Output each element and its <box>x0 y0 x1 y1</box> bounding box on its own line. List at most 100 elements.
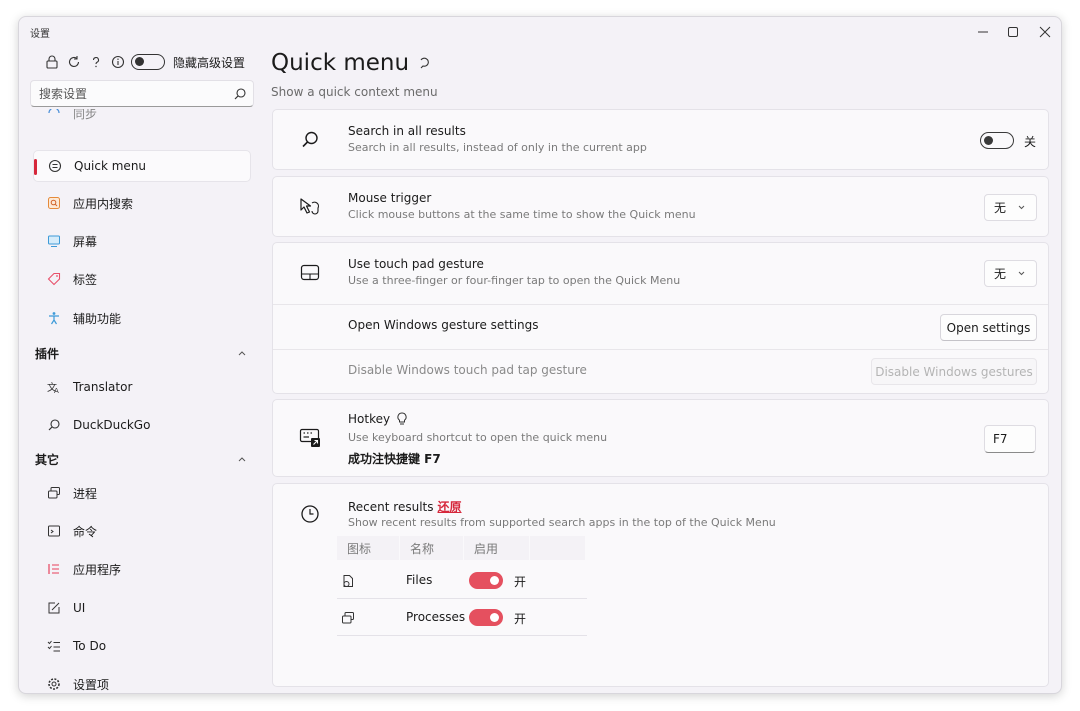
row-name: Processes <box>406 610 466 624</box>
setting-title: Use touch pad gesture <box>348 257 484 271</box>
sidebar-item-label: 应用内搜索 <box>73 196 134 211</box>
setting-mouse-trigger: Mouse trigger Click mouse buttons at the… <box>272 176 1049 237</box>
setting-title: Mouse trigger <box>348 191 432 205</box>
minimize-button[interactable] <box>969 21 997 43</box>
title-bar: 设置 <box>19 17 1061 47</box>
close-button[interactable] <box>1031 21 1059 43</box>
setting-hotkey: Hotkey Use keyboard shortcut to open the… <box>272 399 1049 477</box>
search-input[interactable] <box>31 81 221 106</box>
setting-description: Click mouse buttons at the same time to … <box>348 208 696 221</box>
hotkey-input[interactable]: F7 <box>984 425 1036 453</box>
sidebar-item-processes[interactable]: 进程 <box>33 477 251 509</box>
sidebar-item-label: 应用程序 <box>73 562 122 577</box>
maximize-button[interactable] <box>999 21 1027 43</box>
search-icon <box>46 417 62 433</box>
recent-title-text: Recent results <box>348 500 434 514</box>
column-header <box>530 536 585 560</box>
page-subtitle: Show a quick context menu <box>271 85 438 99</box>
sidebar-item-label: 标签 <box>73 272 98 287</box>
toggle-state-label: 开 <box>514 575 527 589</box>
undo-icon[interactable] <box>417 56 431 70</box>
touchpad-icon <box>299 262 321 284</box>
active-indicator <box>34 159 37 175</box>
row-name: Files <box>406 573 433 587</box>
sidebar-item-apps[interactable]: 应用程序 <box>33 553 251 585</box>
processes-icon <box>46 485 62 501</box>
sidebar-item-translator[interactable]: 文A Translator <box>33 371 251 403</box>
disable-windows-gestures-button[interactable]: Disable Windows gestures <box>871 358 1037 385</box>
sidebar-item-label: 设置项 <box>73 677 110 692</box>
hide-advanced-toggle[interactable] <box>131 54 165 70</box>
info-button[interactable] <box>107 53 129 71</box>
toggle-state-label: 开 <box>514 612 527 626</box>
sidebar-item-label: Translator <box>73 380 133 394</box>
close-icon <box>1039 26 1051 38</box>
sidebar-item-label: 屏幕 <box>73 234 98 249</box>
sidebar-item-quick-menu[interactable]: Quick menu <box>33 150 251 182</box>
sidebar-search <box>30 80 254 107</box>
help-button[interactable] <box>85 53 107 71</box>
maximize-icon <box>1008 27 1018 37</box>
sidebar-item-accessibility[interactable]: 辅助功能 <box>33 302 251 334</box>
mouse-click-icon <box>299 196 321 218</box>
hide-advanced-label: 隐藏高级设置 <box>173 56 246 70</box>
sidebar-item-ui[interactable]: UI <box>33 592 251 624</box>
table-row: Files 开 <box>337 562 587 599</box>
refresh-button[interactable] <box>63 53 85 71</box>
toggle-knob <box>135 57 144 66</box>
sidebar-toolbar <box>41 53 165 71</box>
setting-recent-results: Recent results 还原 Show recent results fro… <box>272 483 1049 687</box>
sidebar-item-label: 同步 <box>73 106 98 121</box>
sidebar-item-label: DuckDuckGo <box>73 418 151 432</box>
column-header: 启用 <box>464 536 529 560</box>
lock-button[interactable] <box>41 53 63 71</box>
toggle-state-label: 关 <box>1024 135 1037 149</box>
hotkey-title-text: Hotkey <box>348 412 391 426</box>
group-label: 其它 <box>35 452 60 467</box>
main-content: Quick menu Show a quick context menu Sea… <box>271 47 1051 693</box>
sidebar-item-label: 辅助功能 <box>73 311 122 326</box>
setting-title: Recent results 还原 <box>348 498 462 515</box>
search-icon <box>299 129 321 151</box>
gear-icon <box>46 676 62 692</box>
mouse-trigger-dropdown[interactable]: 无 <box>984 194 1037 221</box>
recent-table-header: 图标 名称 启用 <box>337 536 586 560</box>
minimize-icon <box>978 31 988 33</box>
files-enabled-toggle[interactable] <box>469 572 503 589</box>
dropdown-value: 无 <box>994 201 1007 215</box>
sidebar-item-tag[interactable]: 标签 <box>33 263 251 295</box>
search-icon <box>234 88 246 100</box>
setting-touchpad: Use touch pad gesture Use a three-finger… <box>272 242 1049 394</box>
setting-description: Search in all results, instead of only i… <box>348 141 647 154</box>
settings-window: 设置 隐藏高级设置 搜索设置 同步 Quick menu 应用内搜索 屏幕 标签… <box>18 16 1062 694</box>
dropdown-value: 无 <box>994 267 1007 281</box>
sidebar-item-command[interactable]: 命令 <box>33 515 251 547</box>
sidebar-item-duckduckgo[interactable]: DuckDuckGo <box>33 409 251 441</box>
page-title-text: Quick menu <box>271 50 410 76</box>
svg-text:A: A <box>54 387 59 394</box>
touchpad-gesture-dropdown[interactable]: 无 <box>984 260 1037 287</box>
search-button[interactable] <box>233 86 247 105</box>
restore-link[interactable]: 还原 <box>438 500 462 514</box>
sidebar-item-todo[interactable]: To Do <box>33 630 251 662</box>
group-header-other[interactable]: 其它 <box>35 449 247 469</box>
divider <box>273 349 1048 350</box>
accessibility-icon <box>46 310 62 326</box>
search-all-toggle[interactable] <box>980 132 1014 149</box>
sidebar-item-label: To Do <box>73 639 107 653</box>
open-settings-button[interactable]: Open settings <box>940 314 1037 341</box>
chevron-down-icon <box>1018 205 1025 210</box>
sidebar-item-label: 进程 <box>73 486 98 501</box>
group-header-plugins[interactable]: 插件 <box>35 343 247 363</box>
lightbulb-icon <box>397 412 407 425</box>
command-icon <box>46 523 62 539</box>
sidebar-item-in-app-search[interactable]: 应用内搜索 <box>33 187 251 219</box>
sidebar-item-settings[interactable]: 设置项 <box>33 668 251 693</box>
group-label: 插件 <box>35 346 60 361</box>
sidebar-item-screen[interactable]: 屏幕 <box>33 225 251 257</box>
processes-enabled-toggle[interactable] <box>469 609 503 626</box>
translate-icon: 文A <box>46 379 62 395</box>
setting-title: Hotkey <box>348 412 408 426</box>
tag-icon <box>46 271 62 287</box>
files-icon <box>341 573 355 592</box>
